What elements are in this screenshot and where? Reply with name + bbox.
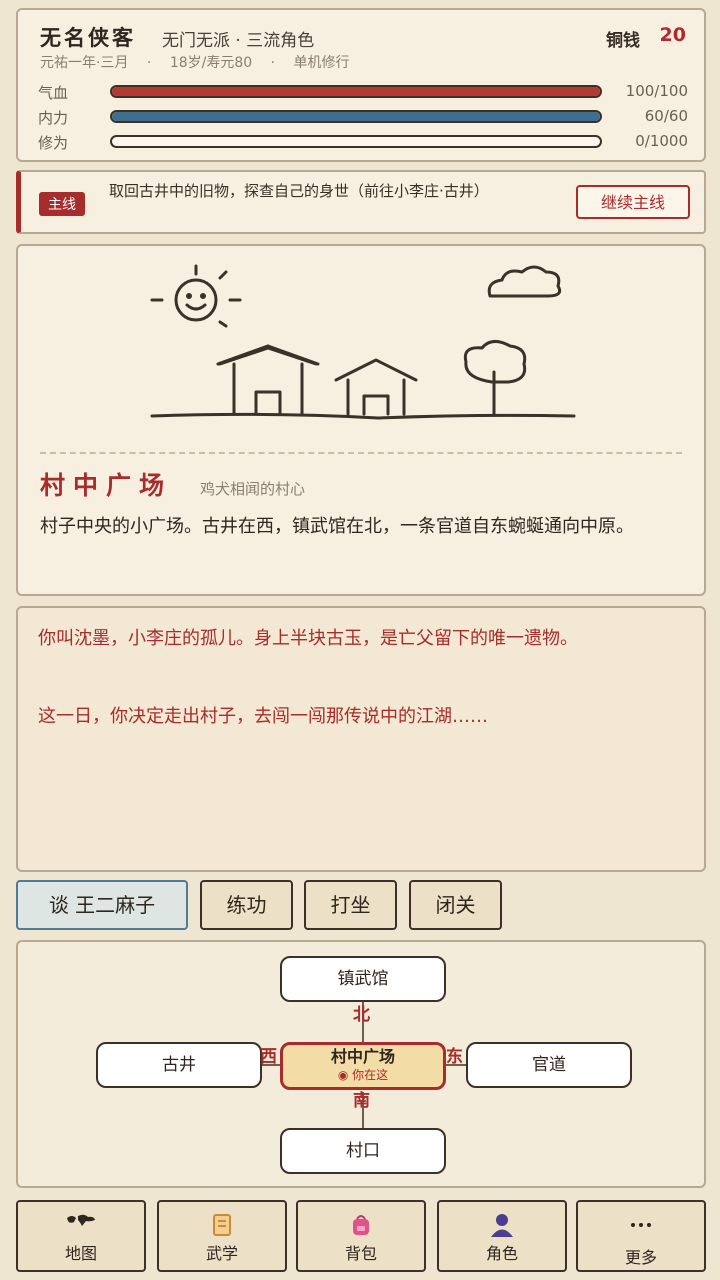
meta-sep: · xyxy=(146,55,152,71)
backpack-icon xyxy=(298,1212,424,1238)
more-icon xyxy=(578,1212,704,1238)
nav-martial-button[interactable]: 武学 xyxy=(157,1200,287,1272)
main-quest-banner: 主线 取回古井中的旧物，探查自己的身世（前往小李庄·古井） 继续主线 xyxy=(16,170,706,234)
mp-bar: 内力 60/60 xyxy=(38,107,688,127)
map-node-current: 村中广场 ◉ 你在这 xyxy=(280,1042,446,1090)
current-location-name: 村中广场 xyxy=(330,1047,395,1066)
scroll-icon xyxy=(159,1212,285,1238)
mp-fill xyxy=(112,112,600,121)
meta-date: 元祐一年·三月 xyxy=(40,55,129,71)
map-node-north[interactable]: 镇武馆 xyxy=(280,956,446,1002)
nav-more-label: 更多 xyxy=(624,1248,657,1267)
world-map-icon xyxy=(18,1212,144,1238)
character-sect: 无门无派 · 三流角色 xyxy=(162,31,315,51)
hp-label: 气血 xyxy=(38,84,69,102)
exp-track xyxy=(110,135,602,148)
direction-east-label: 东 xyxy=(446,1047,463,1067)
village-illustration xyxy=(150,264,576,420)
meta-sep: · xyxy=(270,55,276,71)
nav-bag-button[interactable]: 背包 xyxy=(296,1200,426,1272)
hp-track xyxy=(110,85,602,98)
local-map: 镇武馆 古井 官道 村口 村中广场 ◉ 你在这 北 南 西 东 xyxy=(16,940,706,1188)
scene-panel: 村中广场 鸡犬相闻的村心 村子中央的小广场。古井在西，镇武馆在北，一条官道自东蜿… xyxy=(16,244,706,596)
story-log: 你叫沈墨，小李庄的孤儿。身上半块古玉，是亡父留下的唯一遗物。 这一日，你决定走出… xyxy=(16,606,706,872)
nav-character-label: 角色 xyxy=(485,1244,518,1263)
mp-value: 60/60 xyxy=(644,107,688,125)
talk-npc-button[interactable]: 谈 王二麻子 xyxy=(16,880,188,930)
status-panel: 无名侠客 无门无派 · 三流角色 铜钱 20 元祐一年·三月 · 18岁/寿元8… xyxy=(16,8,706,162)
map-node-south[interactable]: 村口 xyxy=(280,1128,446,1174)
you-are-here-marker: ◉ 你在这 xyxy=(337,1068,389,1082)
nav-more-button[interactable]: 更多 xyxy=(576,1200,706,1272)
nav-character-button[interactable]: 角色 xyxy=(437,1200,567,1272)
location-description: 村子中央的小广场。古井在西，镇武馆在北，一条官道自东蜿蜒通向中原。 xyxy=(40,516,634,537)
map-node-west[interactable]: 古井 xyxy=(96,1042,262,1088)
person-icon xyxy=(439,1212,565,1238)
log-line: 你叫沈墨，小李庄的孤儿。身上半块古玉，是亡父留下的唯一遗物。 xyxy=(38,628,578,649)
coin-label: 铜钱 xyxy=(606,31,640,51)
exp-bar: 修为 0/1000 xyxy=(38,132,688,152)
direction-north-label: 北 xyxy=(353,1005,370,1025)
seclusion-button[interactable]: 闭关 xyxy=(409,880,502,930)
meta-age: 18岁/寿元80 xyxy=(169,55,253,71)
map-node-east[interactable]: 官道 xyxy=(466,1042,632,1088)
cloud-icon xyxy=(487,265,562,298)
character-meta: 元祐一年·三月 · 18岁/寿元80 · 单机修行 xyxy=(40,52,364,72)
nav-bag-label: 背包 xyxy=(344,1244,377,1263)
nav-martial-label: 武学 xyxy=(205,1244,238,1263)
mp-label: 内力 xyxy=(38,109,69,127)
hp-bar: 气血 100/100 xyxy=(38,82,688,102)
quest-tag: 主线 xyxy=(39,192,85,216)
direction-south-label: 南 xyxy=(353,1091,370,1111)
house-icon xyxy=(334,358,418,416)
practice-button[interactable]: 练功 xyxy=(200,880,293,930)
character-name: 无名侠客 xyxy=(40,25,136,50)
hp-fill xyxy=(112,87,600,96)
mp-track xyxy=(110,110,602,123)
nav-map-button[interactable]: 地图 xyxy=(16,1200,146,1272)
meta-mode: 单机修行 xyxy=(293,55,350,71)
log-line: 这一日，你决定走出村子，去闯一闯那传说中的江湖…… xyxy=(38,706,488,727)
scene-divider xyxy=(40,452,682,454)
exp-label: 修为 xyxy=(38,134,69,152)
tree-icon xyxy=(463,340,527,416)
coin-value: 20 xyxy=(659,24,686,46)
house-icon xyxy=(216,344,320,416)
direction-west-label: 西 xyxy=(260,1047,277,1067)
continue-quest-button[interactable]: 继续主线 xyxy=(576,185,690,219)
location-name: 村中广场 xyxy=(40,471,173,500)
exp-value: 0/1000 xyxy=(635,132,688,150)
location-subtitle: 鸡犬相闻的村心 xyxy=(200,480,306,498)
meditate-button[interactable]: 打坐 xyxy=(304,880,397,930)
sun-icon xyxy=(150,264,242,328)
quest-text: 取回古井中的旧物，探查自己的身世（前往小李庄·古井） xyxy=(109,182,489,200)
hp-value: 100/100 xyxy=(625,82,688,100)
nav-map-label: 地图 xyxy=(64,1244,97,1263)
